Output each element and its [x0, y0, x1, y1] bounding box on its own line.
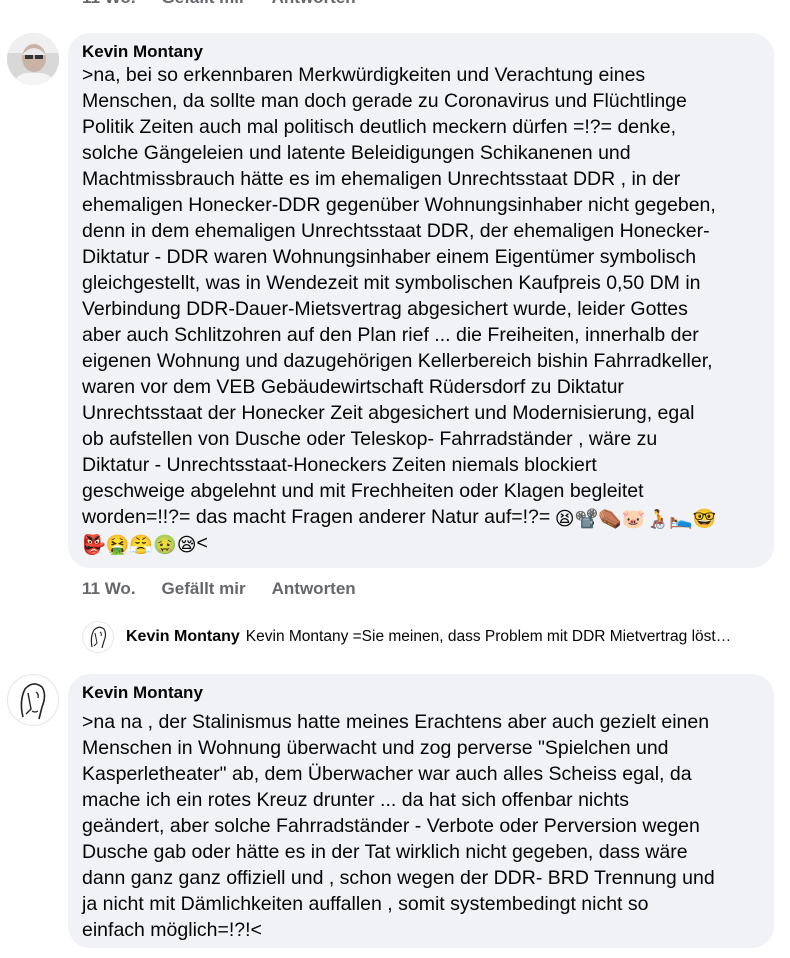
profile-photo-icon	[7, 33, 59, 85]
nerd-face-icon: 🤓	[692, 509, 717, 530]
pig-face-icon: 🐷	[621, 509, 646, 530]
avatar[interactable]	[7, 33, 59, 85]
coffin-icon: ⚰️	[598, 509, 622, 530]
emoji-row-2: 👺🤮😤🤢😪<	[82, 530, 760, 556]
like-button[interactable]: Gefällt mir	[162, 579, 246, 599]
comment-bubble: Kevin Montany >na, bei so erkennbaren Me…	[68, 33, 774, 568]
sketch-face-icon	[82, 621, 114, 653]
steam-face-icon: 😤	[129, 535, 154, 556]
previous-comment-time[interactable]: 11 Wo.	[82, 0, 136, 8]
wheelchair-person-icon: 🧑‍🦽	[645, 509, 670, 530]
comment-author[interactable]: Kevin Montany	[82, 42, 760, 62]
emoji-row-1: 😫📽️⚰️🐷🧑‍🦽🛌🤓	[550, 509, 717, 530]
reply-author[interactable]: Kevin Montany	[126, 628, 240, 646]
previous-reply-button[interactable]: Antworten	[272, 0, 356, 8]
nauseated-face-icon: 🤢	[153, 535, 177, 556]
reply-snippet[interactable]: Kevin Montany =Sie meinen, dass Problem …	[246, 628, 731, 646]
sketch-face-icon	[20, 683, 46, 720]
goblin-icon: 👺	[82, 535, 106, 556]
comment-suffix: <	[196, 532, 208, 554]
film-projector-icon: 📽️	[574, 509, 599, 530]
comment-actions: 11 Wo. Gefällt mir Antworten	[82, 579, 356, 599]
reply-button[interactable]: Antworten	[272, 579, 356, 599]
avatar[interactable]	[7, 674, 59, 726]
reply-preview[interactable]: Kevin Montany Kevin Montany =Sie meinen,…	[82, 620, 782, 654]
comment-author[interactable]: Kevin Montany	[82, 683, 760, 703]
tired-face-icon: 😫	[554, 509, 575, 530]
comment-text: >na, bei so erkennbaren Merkwürdigkeiten…	[82, 64, 716, 528]
person-in-bed-icon: 🛌	[669, 509, 693, 530]
reply-avatar[interactable]	[82, 621, 114, 653]
comment-text: >na na , der Stalinismus hatte meines Er…	[82, 711, 715, 941]
comment-time[interactable]: 11 Wo.	[82, 579, 136, 599]
previous-comment-actions: 11 Wo. Gefällt mir Antworten	[82, 0, 356, 8]
previous-like-button[interactable]: Gefällt mir	[162, 0, 246, 8]
comment-bubble: Kevin Montany >na na , der Stalinismus h…	[68, 674, 774, 948]
vomiting-face-icon: 🤮	[105, 535, 130, 556]
sleepy-face-icon: 😪	[176, 535, 197, 556]
